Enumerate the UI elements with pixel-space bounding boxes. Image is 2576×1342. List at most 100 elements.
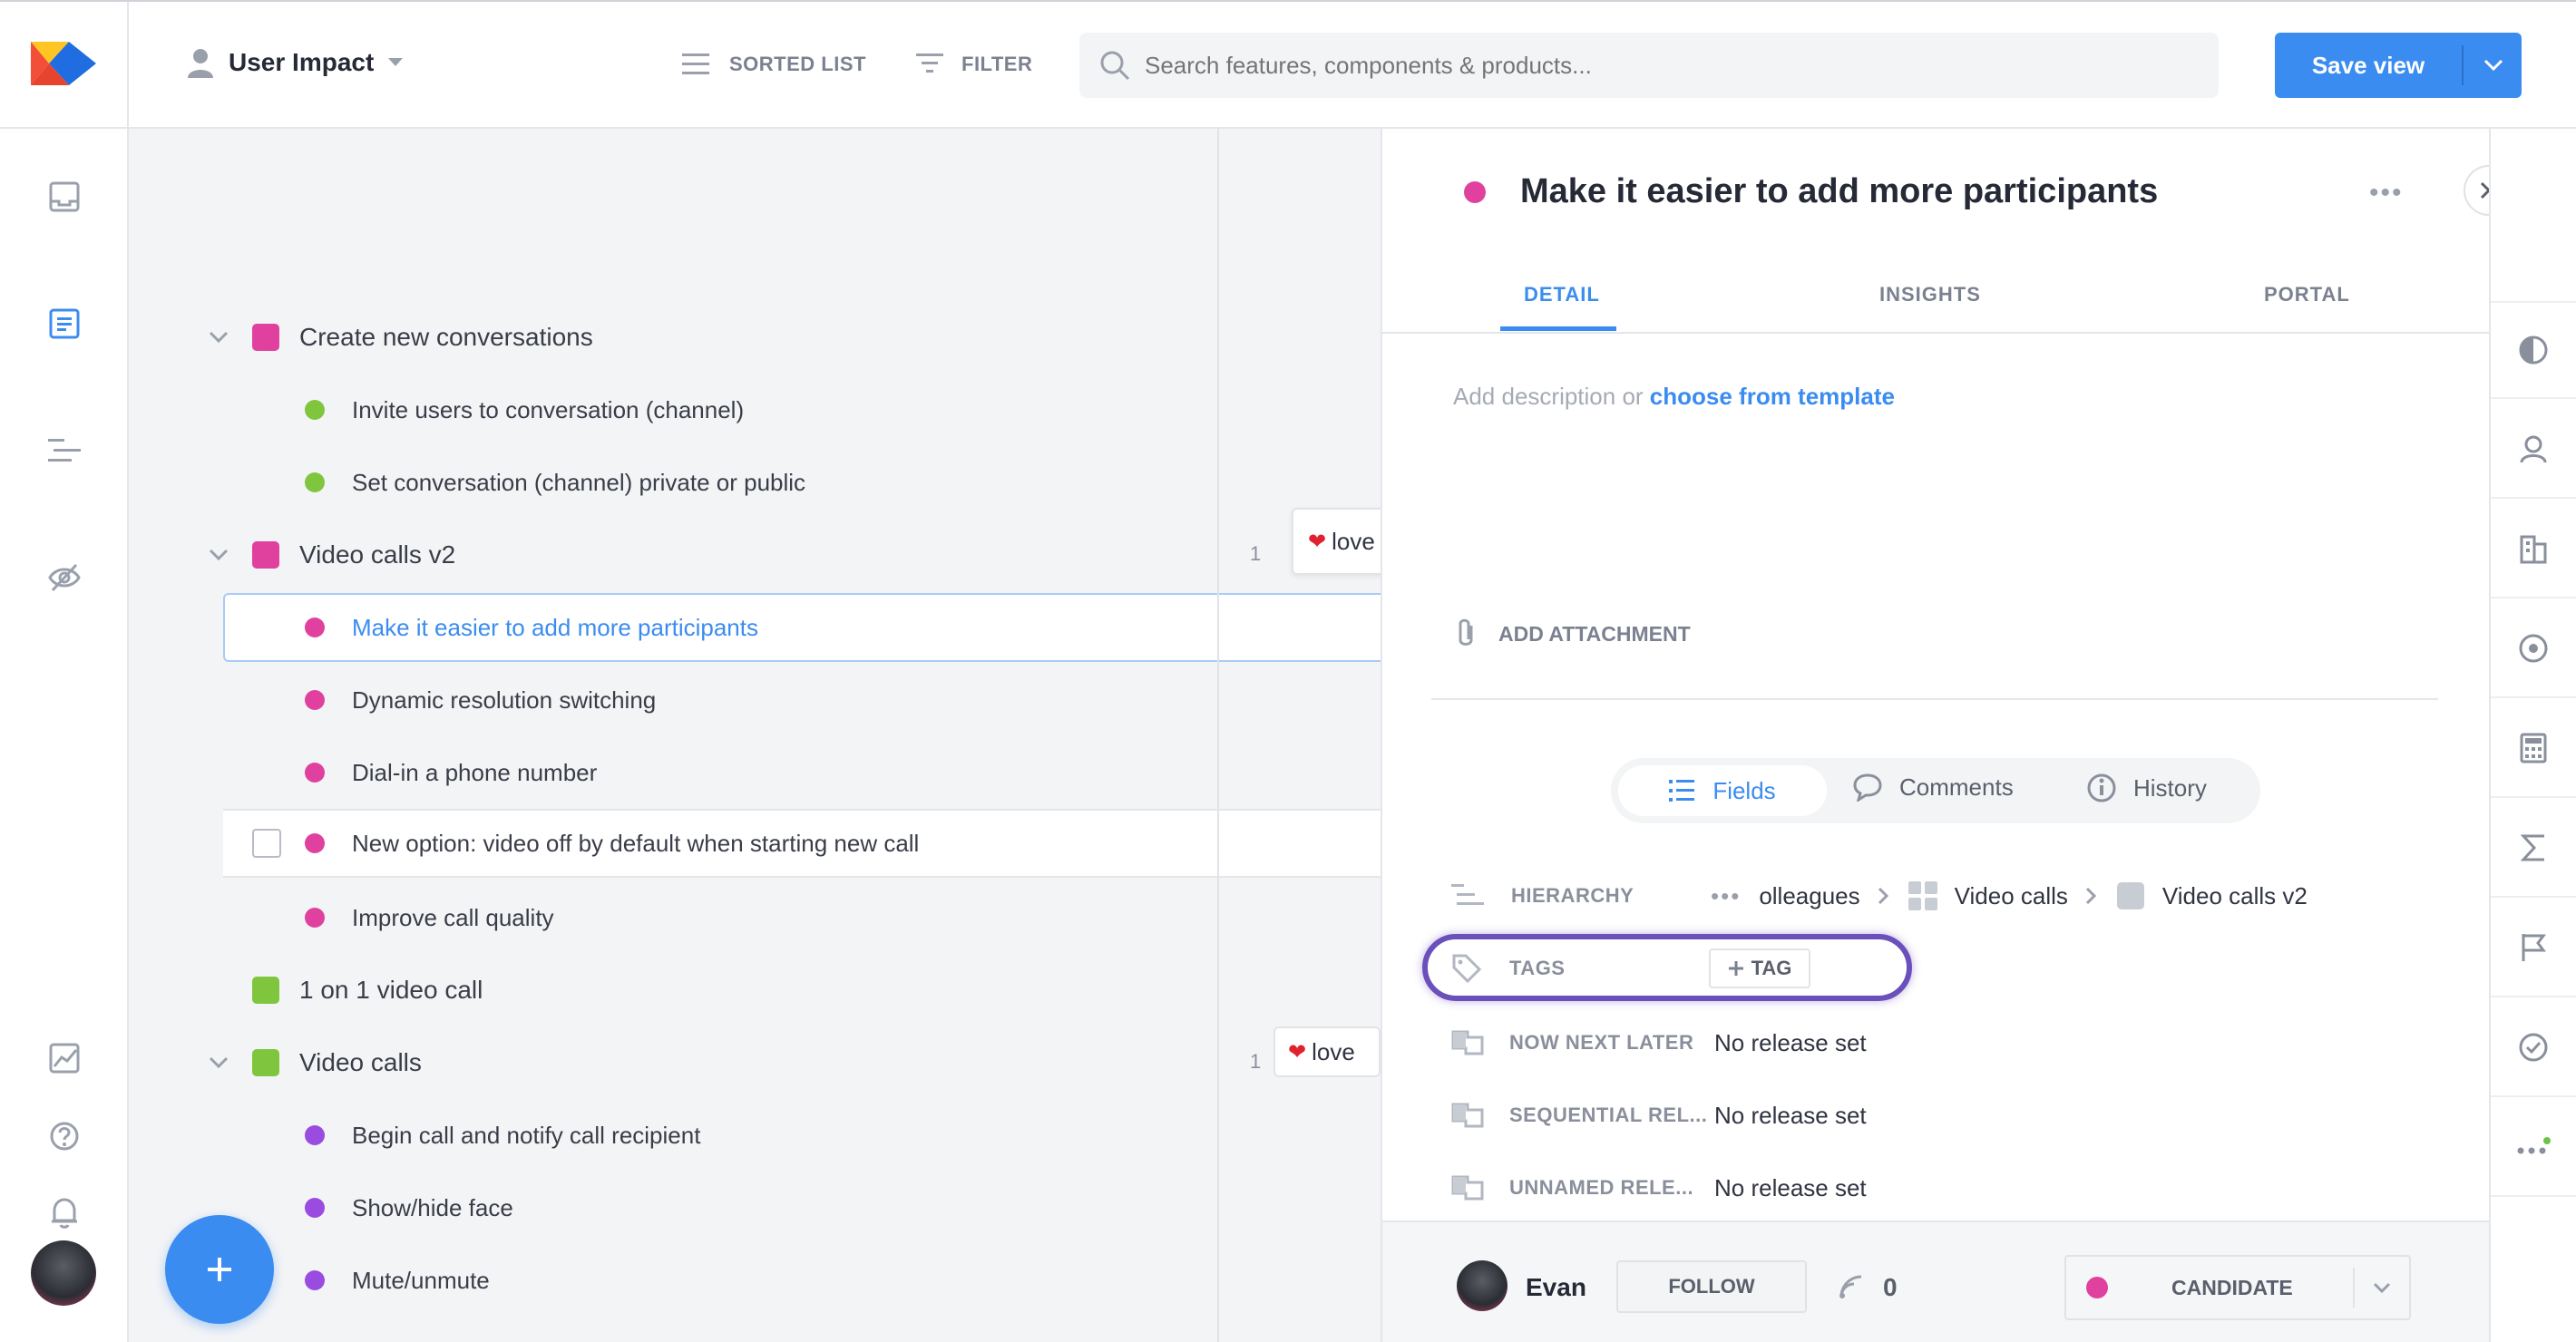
- avatar[interactable]: [31, 1240, 96, 1306]
- target-icon[interactable]: [2491, 600, 2576, 698]
- insights-eye-icon[interactable]: [42, 555, 87, 600]
- tag-chip[interactable]: ❤ love: [1273, 1026, 1381, 1077]
- owner-name[interactable]: Evan: [1526, 1273, 1586, 1302]
- analytics-icon[interactable]: [42, 1036, 87, 1081]
- tab-detail[interactable]: DETAIL: [1524, 283, 1600, 306]
- list-item[interactable]: Dial-in a phone number: [129, 736, 1381, 809]
- follow-button[interactable]: FOLLOW: [1616, 1260, 1807, 1313]
- status-dropdown[interactable]: CANDIDATE: [2064, 1255, 2411, 1320]
- more-icon[interactable]: •••: [1711, 882, 1741, 910]
- sigma-icon[interactable]: [2491, 800, 2576, 898]
- feature-title[interactable]: Make it easier to add more participants: [1520, 172, 2158, 211]
- list-item[interactable]: Mute/unmute: [129, 1244, 1381, 1317]
- list-icon: [682, 53, 709, 76]
- insight-count: 1: [1250, 1050, 1262, 1073]
- field-value[interactable]: No release set: [1714, 1102, 1867, 1130]
- caret-down-icon: [388, 58, 404, 67]
- save-view-button[interactable]: Save view: [2275, 33, 2522, 98]
- list-item[interactable]: Improve call quality: [129, 881, 1381, 954]
- view-selector[interactable]: User Impact: [187, 47, 404, 78]
- field-unnamed-release: UNNAMED RELE... No release set: [1451, 1161, 2413, 1215]
- users-icon[interactable]: [2491, 401, 2576, 499]
- field-label: HIERARCHY: [1511, 884, 1634, 907]
- subtab-history-label: History: [2133, 773, 2207, 802]
- search-box[interactable]: [1079, 33, 2219, 98]
- status-square: [252, 1049, 279, 1076]
- field-label: SEQUENTIAL REL...: [1509, 1104, 1708, 1126]
- flag-icon[interactable]: [2491, 900, 2576, 997]
- status-pie-icon[interactable]: [2491, 301, 2576, 399]
- chevron-down-icon[interactable]: [205, 1049, 232, 1076]
- more-options-icon[interactable]: •••: [2369, 178, 2404, 209]
- add-feature-button[interactable]: [165, 1215, 274, 1324]
- add-attachment-button[interactable]: ADD ATTACHMENT: [1453, 617, 1691, 651]
- chevron-down-icon[interactable]: [2483, 59, 2503, 72]
- company-building-icon[interactable]: [2491, 501, 2576, 598]
- item-label: Video calls: [299, 1048, 422, 1076]
- tab-portal[interactable]: PORTAL: [2264, 283, 2350, 306]
- filter-button[interactable]: FILTER: [916, 51, 1032, 78]
- features-board-icon[interactable]: [42, 301, 87, 346]
- status-dot[interactable]: [1464, 181, 1486, 203]
- list-item[interactable]: Video calls v2: [129, 519, 1381, 591]
- filter-icon: [916, 51, 943, 78]
- productboard-logo[interactable]: [29, 40, 98, 87]
- breadcrumb-item[interactable]: Video calls: [1955, 882, 2068, 910]
- list-item[interactable]: 1 on 1 video call: [129, 954, 1381, 1026]
- list-item[interactable]: Show/hide face: [129, 1172, 1381, 1244]
- description-prefix: Add description or: [1453, 383, 1650, 410]
- left-nav: [0, 129, 129, 1342]
- list-item[interactable]: Create new conversations: [129, 301, 1381, 374]
- subtab-comments-label: Comments: [1899, 773, 2014, 801]
- subtab-history[interactable]: History: [2086, 773, 2207, 803]
- status-dot: [305, 690, 325, 710]
- item-label: Create new conversations: [299, 323, 593, 351]
- roadmap-icon[interactable]: [42, 428, 87, 473]
- breadcrumb-item[interactable]: olleagues: [1759, 882, 1859, 910]
- owner-avatar[interactable]: [1457, 1260, 1508, 1311]
- item-label: Make it easier to add more participants: [352, 613, 758, 641]
- list-item[interactable]: Set conversation (channel) private or pu…: [129, 446, 1381, 519]
- list-item[interactable]: Begin call and notify call recipient: [129, 1099, 1381, 1172]
- save-view-label: Save view: [2311, 51, 2425, 79]
- inbox-icon[interactable]: [42, 174, 87, 219]
- sorted-list-button[interactable]: SORTED LIST: [682, 53, 866, 76]
- tab-insights[interactable]: INSIGHTS: [1879, 283, 1981, 306]
- list-item[interactable]: New option: video off by default when st…: [129, 807, 1254, 880]
- comment-icon: [1853, 773, 1882, 802]
- item-label: Improve call quality: [352, 903, 554, 931]
- row-checkbox[interactable]: [252, 829, 281, 858]
- filter-label: FILTER: [961, 53, 1033, 75]
- grid-icon: [1908, 881, 1937, 910]
- list-item[interactable]: Invite users to conversation (channel): [129, 374, 1381, 446]
- subtab-comments[interactable]: Comments: [1852, 773, 2014, 802]
- list-item-selected[interactable]: Make it easier to add more participants: [129, 591, 1254, 664]
- list-item[interactable]: Dynamic resolution switching: [129, 664, 1381, 736]
- breadcrumb-item[interactable]: Video calls v2: [2162, 882, 2308, 910]
- choose-template-link[interactable]: choose from template: [1650, 383, 1895, 410]
- list-item[interactable]: Video calls: [129, 1026, 1381, 1099]
- chevron-down-icon[interactable]: [205, 541, 232, 569]
- followers-icon: [1839, 1275, 1862, 1298]
- item-label: Set conversation (channel) private or pu…: [352, 468, 806, 496]
- status-dot: [305, 908, 325, 928]
- field-label: TAGS: [1509, 957, 1566, 979]
- field-value[interactable]: No release set: [1714, 1174, 1867, 1202]
- sorted-list-label: SORTED LIST: [729, 53, 866, 75]
- tag-chip[interactable]: ❤ love: [1292, 508, 1391, 575]
- field-tags: TAGS TAG: [1451, 941, 1923, 996]
- search-input[interactable]: [1145, 51, 2142, 80]
- field-now-next-later: NOW NEXT LATER No release set: [1451, 1016, 2413, 1070]
- calculator-icon[interactable]: [2491, 700, 2576, 798]
- field-sequential-release: SEQUENTIAL REL... No release set: [1451, 1088, 2413, 1143]
- bell-icon[interactable]: [42, 1190, 87, 1235]
- subtab-fields[interactable]: Fields: [1618, 765, 1827, 816]
- status-dot: [305, 618, 325, 637]
- field-value[interactable]: No release set: [1714, 1029, 1867, 1057]
- add-tag-button[interactable]: TAG: [1709, 948, 1810, 988]
- chevron-down-icon[interactable]: [205, 324, 232, 351]
- help-icon[interactable]: [42, 1113, 87, 1159]
- description-placeholder[interactable]: Add description or choose from template: [1453, 383, 1895, 411]
- more-integrations-icon[interactable]: [2491, 1099, 2576, 1197]
- check-circle-icon[interactable]: [2491, 999, 2576, 1097]
